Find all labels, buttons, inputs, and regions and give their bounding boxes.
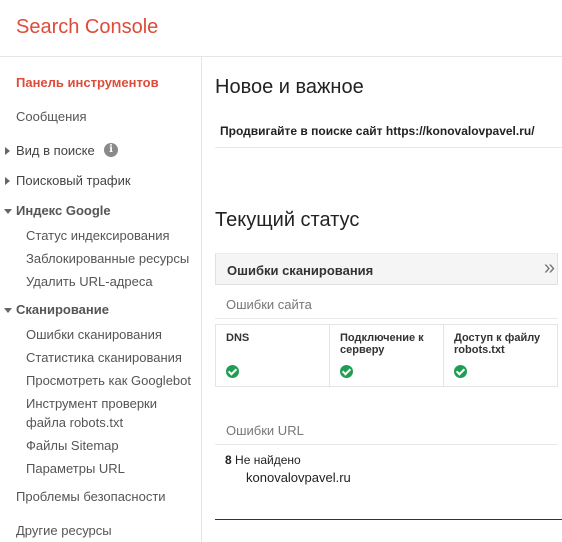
url-errors-summary[interactable]: 8 Не найдено (225, 453, 301, 467)
url-errors-type: Не найдено (235, 453, 301, 467)
sidebar-item-dashboard[interactable]: Панель инструментов (16, 75, 159, 91)
url-errors-count: 8 (225, 453, 232, 467)
dns-label: DNS (226, 332, 250, 344)
header: Search Console (0, 0, 562, 57)
crawl-errors-label: Ошибки сканирования (227, 263, 374, 278)
sidebar: Панель инструментов Сообщения Вид в поис… (0, 57, 202, 542)
sidebar-item-other-resources[interactable]: Другие ресурсы (16, 523, 112, 539)
sidebar-item-index-status[interactable]: Статус индексирования (26, 228, 170, 244)
sidebar-item-google-index[interactable]: Индекс Google (4, 203, 111, 219)
sidebar-item-fetch-as-googlebot[interactable]: Просмотреть как Googlebot (26, 373, 191, 389)
robots-fetch-label: Доступ к файлу robots.txt (454, 332, 541, 356)
sidebar-item-label: файла robots.txt (26, 415, 124, 430)
sidebar-item-crawl[interactable]: Сканирование (4, 302, 109, 318)
status-heading: Текущий статус (215, 209, 360, 231)
watermark-text: konovalovpavel.ru (246, 470, 351, 485)
check-icon (340, 365, 353, 378)
sidebar-item-crawl-errors[interactable]: Ошибки сканирования (26, 327, 162, 343)
app-title[interactable]: Search Console (16, 16, 158, 39)
dns-cell[interactable]: DNS (216, 325, 330, 386)
chevron-down-icon (4, 308, 12, 313)
robots-fetch-cell[interactable]: Доступ к файлу robots.txt (444, 325, 557, 386)
chevron-right-icon (5, 177, 10, 185)
chevron-down-icon (4, 209, 12, 214)
sidebar-item-label: Индекс Google (16, 203, 111, 218)
sidebar-item-messages[interactable]: Сообщения (16, 109, 87, 125)
url-errors-heading: Ошибки URL (226, 423, 304, 438)
sidebar-item-url-parameters[interactable]: Параметры URL (26, 461, 125, 477)
sidebar-item-label: Вид в поиске (16, 143, 95, 158)
sidebar-item-label: Инструмент проверки (26, 396, 157, 411)
sidebar-item-crawl-stats[interactable]: Статистика сканирования (26, 350, 182, 366)
site-errors-table: DNS Подключение к серверу Доступ к файлу… (215, 324, 558, 387)
info-icon[interactable]: i (104, 143, 118, 157)
promo-text[interactable]: Продвигайте в поиске сайт https://konova… (220, 124, 535, 138)
sidebar-item-search-appearance[interactable]: Вид в поиске (5, 143, 95, 159)
sidebar-item-blocked-resources[interactable]: Заблокированные ресурсы (26, 251, 189, 267)
sidebar-item-robots-tester[interactable]: Инструмент проверки файла robots.txt (26, 396, 157, 431)
chevron-right-icon (5, 147, 10, 155)
divider (215, 318, 558, 319)
sidebar-item-label: Поисковый трафик (16, 173, 131, 188)
site-errors-heading: Ошибки сайта (226, 297, 312, 312)
divider (215, 444, 558, 445)
sidebar-item-sitemaps[interactable]: Файлы Sitemap (26, 438, 119, 454)
divider (215, 519, 562, 520)
sidebar-item-security[interactable]: Проблемы безопасности (16, 489, 166, 505)
server-connectivity-label: Подключение к серверу (340, 332, 424, 356)
check-icon (454, 365, 467, 378)
news-heading: Новое и важное (215, 76, 364, 98)
server-connectivity-cell[interactable]: Подключение к серверу (330, 325, 444, 386)
sidebar-item-search-traffic[interactable]: Поисковый трафик (5, 173, 131, 189)
double-chevron-right-icon[interactable]: » (544, 258, 555, 278)
sidebar-item-label: Сканирование (16, 302, 109, 317)
check-icon (226, 365, 239, 378)
promo-banner: Продвигайте в поиске сайт https://konova… (215, 113, 562, 148)
crawl-errors-bar[interactable]: Ошибки сканирования » (215, 253, 558, 285)
sidebar-item-remove-urls[interactable]: Удалить URL-адреса (26, 274, 153, 290)
